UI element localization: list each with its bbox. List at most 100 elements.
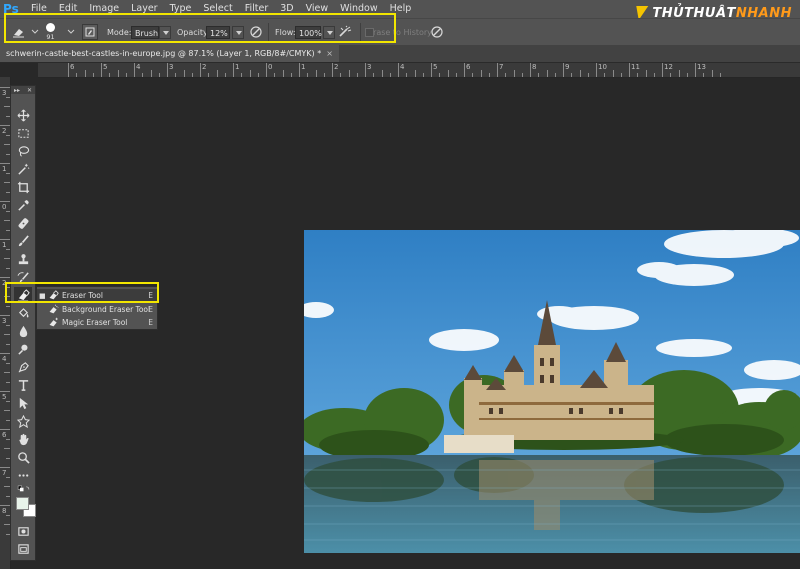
ruler-tick [0, 429, 10, 430]
flyout-item-label: Background Eraser Tool [62, 305, 151, 314]
ruler-tick [0, 163, 10, 164]
ruler-minor-tick [290, 73, 292, 77]
marquee-tool[interactable] [14, 125, 32, 141]
ruler-tick [0, 353, 10, 354]
tools-panel-grip[interactable]: ▸▸ ✕ [11, 86, 35, 94]
type-tool[interactable] [14, 377, 32, 393]
ruler-horizontal[interactable]: 6 5 4 3 2 1 0 1 2 3 4 5 6 7 8 9 10 11 12 13 [38, 63, 800, 78]
ruler-minor-tick [571, 73, 573, 77]
canvas-image[interactable] [304, 230, 800, 553]
ruler-minor-tick [455, 73, 457, 77]
blur-drop-icon [19, 325, 27, 337]
pressure-size-button[interactable] [430, 19, 444, 45]
flyout-item-label: Magic Eraser Tool [62, 318, 128, 327]
healing-brush-tool[interactable] [14, 215, 32, 231]
ruler-minor-tick [554, 73, 556, 77]
clone-stamp-tool[interactable] [14, 251, 32, 267]
ruler-tick [332, 63, 333, 77]
path-selection-tool[interactable] [14, 395, 32, 411]
ruler-label: 4 [400, 63, 405, 71]
default-colors-button[interactable] [14, 484, 32, 494]
flyout-item-background-eraser[interactable]: Background Eraser Tool E [37, 303, 157, 316]
edit-toolbar-button[interactable] [14, 467, 32, 483]
document-tab[interactable]: schwerin-castle-best-castles-in-europe.j… [0, 45, 339, 62]
pressure-size-icon [431, 26, 443, 38]
ruler-minor-tick [703, 73, 705, 77]
ruler-minor-tick [257, 73, 259, 77]
move-icon [17, 109, 29, 121]
ruler-minor-tick [447, 70, 449, 77]
move-tool[interactable] [14, 107, 32, 123]
ruler-minor-tick [439, 73, 441, 77]
ruler-tick [101, 63, 102, 77]
ruler-minor-tick [183, 70, 185, 77]
ruler-minor-tick [480, 70, 482, 77]
ruler-label: 9 [565, 63, 570, 71]
paint-bucket-icon [18, 307, 28, 318]
document-tab-title: schwerin-castle-best-castles-in-europe.j… [6, 49, 322, 58]
ruler-minor-tick [389, 73, 391, 77]
ruler-tick [0, 201, 10, 202]
ruler-minor-tick [150, 70, 152, 77]
ruler-label: 4 [136, 63, 141, 71]
ruler-minor-tick [315, 70, 317, 77]
gradient-tool[interactable] [14, 305, 32, 321]
ruler-minor-tick [719, 73, 721, 77]
ruler-minor-tick [587, 73, 589, 77]
tool-highlight-box [5, 282, 159, 303]
expand-panel-icon[interactable]: ▸▸ [14, 87, 20, 94]
shape-icon [16, 414, 30, 428]
zoom-tool[interactable] [14, 449, 32, 465]
foreground-color-swatch[interactable] [16, 497, 29, 510]
ruler-tick [530, 63, 531, 77]
quick-selection-tool[interactable] [14, 161, 32, 177]
brush-tool[interactable] [14, 233, 32, 249]
ruler-minor-tick [637, 73, 639, 77]
ruler-minor-tick [323, 73, 325, 77]
close-tab-icon[interactable]: × [326, 49, 333, 58]
ruler-minor-tick [579, 70, 581, 77]
bandage-icon [18, 217, 28, 229]
ruler-minor-tick [678, 70, 680, 77]
ruler-minor-tick [488, 73, 490, 77]
zoom-icon [17, 451, 30, 464]
ruler-label: 12 [664, 63, 673, 71]
ruler-label: 5 [103, 63, 108, 71]
quick-mask-button[interactable] [14, 523, 32, 539]
lasso-icon [18, 145, 29, 157]
ruler-tick [0, 125, 10, 126]
custom-shape-tool[interactable] [14, 413, 32, 429]
ruler-minor-tick [381, 70, 383, 77]
dodge-icon [17, 344, 27, 355]
pen-tool[interactable] [14, 359, 32, 375]
crop-icon [17, 181, 29, 193]
hand-tool[interactable] [14, 431, 32, 447]
crop-tool[interactable] [14, 179, 32, 195]
ruler-minor-tick [414, 70, 416, 77]
ruler-minor-tick [422, 73, 424, 77]
tools-panel: ▸▸ ✕ [10, 85, 36, 561]
ruler-minor-tick [406, 73, 408, 77]
collapse-panel-icon[interactable]: ✕ [27, 87, 32, 94]
background-eraser-icon [48, 304, 60, 315]
blur-tool[interactable] [14, 323, 32, 339]
eyedropper-tool[interactable] [14, 197, 32, 213]
lasso-tool[interactable] [14, 143, 32, 159]
ruler-minor-tick [340, 73, 342, 77]
ruler-tick [398, 63, 399, 77]
ruler-tick [134, 63, 135, 77]
ruler-minor-tick [356, 73, 358, 77]
flyout-shortcut: E [148, 318, 153, 327]
brush-icon [18, 234, 29, 246]
screen-mode-button[interactable] [14, 541, 32, 557]
ruler-label: 2 [334, 63, 339, 71]
ruler-minor-tick [546, 70, 548, 77]
ruler-label: 8 [532, 63, 537, 71]
ruler-label: 6 [466, 63, 471, 71]
options-highlight-box [4, 13, 396, 43]
dodge-tool[interactable] [14, 341, 32, 357]
ruler-label: 11 [631, 63, 640, 71]
pen-icon [18, 361, 29, 372]
ruler-minor-tick [274, 73, 276, 77]
flyout-item-magic-eraser[interactable]: Magic Eraser Tool E [37, 316, 157, 329]
